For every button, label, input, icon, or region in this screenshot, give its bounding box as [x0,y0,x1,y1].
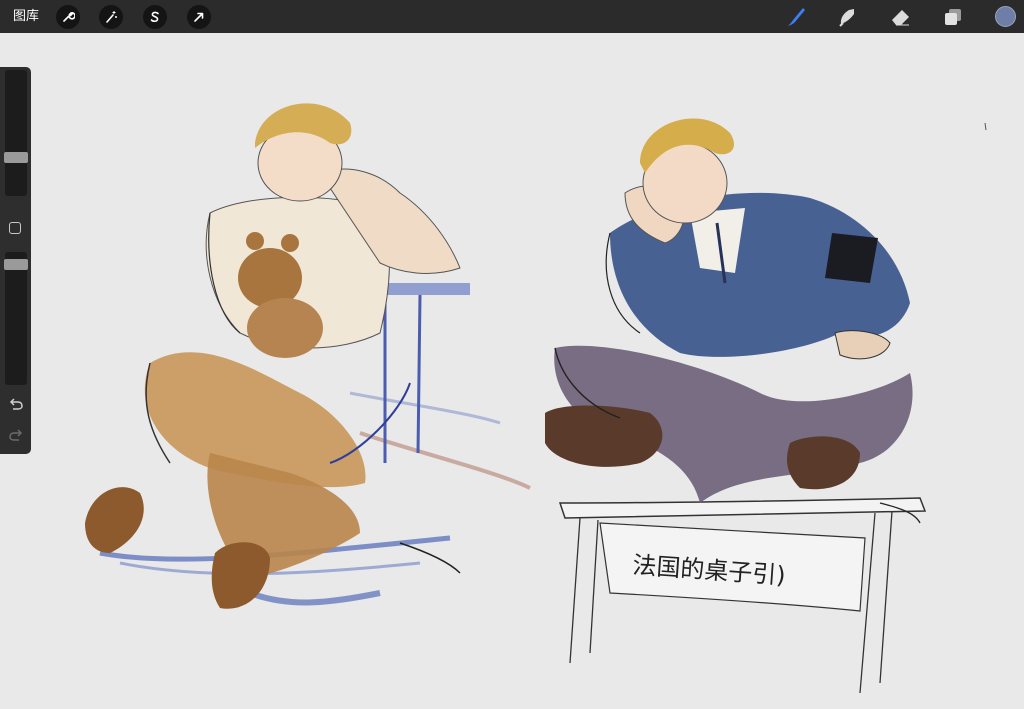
top-toolbar: 图库 [0,0,1024,33]
layers-icon[interactable] [940,4,966,30]
square-outline-icon[interactable] [9,222,21,234]
opacity-thumb[interactable] [4,259,28,270]
selection-s-icon[interactable] [143,5,167,29]
undo-icon[interactable] [7,397,25,411]
smudge-icon[interactable] [834,4,860,30]
brush-size-slider[interactable] [4,70,28,196]
left-sidebar [0,67,31,454]
gallery-button[interactable]: 图库 [13,8,39,25]
arrow-cursor-icon[interactable] [187,5,211,29]
redo-icon[interactable] [7,428,25,442]
right-figure-sketch [545,118,987,694]
opacity-slider[interactable] [4,252,28,385]
artwork: 法国的桌子引) [85,103,987,694]
wrench-icon[interactable] [56,5,80,29]
brush-icon[interactable] [783,4,809,30]
color-picker-button[interactable] [995,6,1016,27]
drawing-canvas[interactable]: 法国的桌子引) [0,33,1024,709]
brush-size-thumb[interactable] [4,152,28,163]
left-figure-sketch [85,103,531,609]
magic-wand-icon[interactable] [99,5,123,29]
eraser-icon[interactable] [888,4,914,30]
